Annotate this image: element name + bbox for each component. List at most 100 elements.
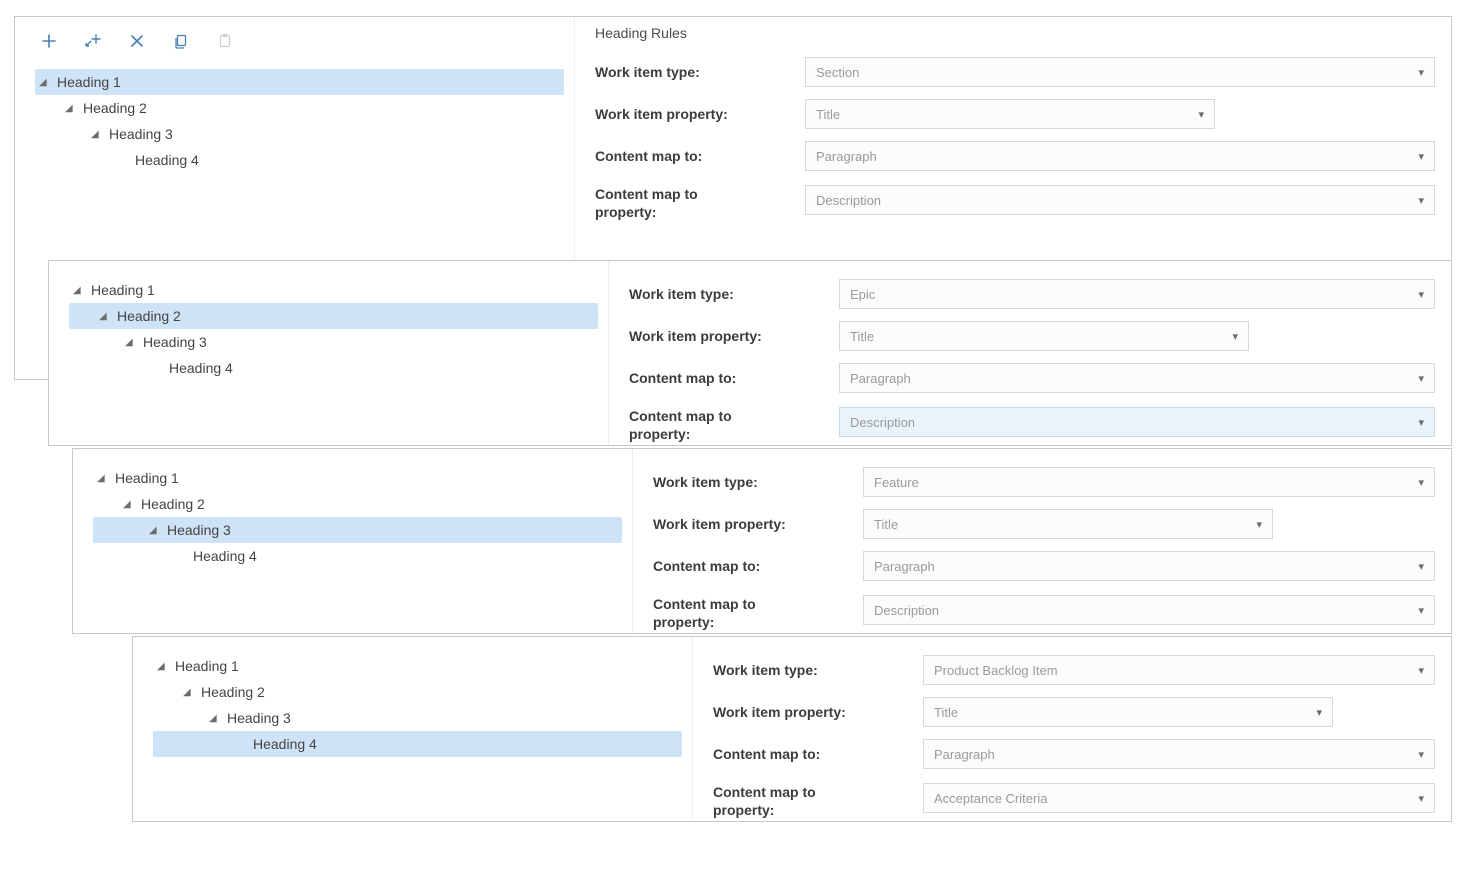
chevron-down-icon: ▾	[1418, 288, 1424, 301]
heading-tree: ◢ Heading 1 ◢ Heading 2 ◢ Heading 3 ◢ He…	[93, 465, 622, 569]
dropdown-work-item-type[interactable]: Section ▾	[805, 57, 1435, 87]
dropdown-value: Description	[816, 193, 881, 208]
expand-icon[interactable]: ◢	[91, 129, 105, 140]
tree-item-heading1[interactable]: ◢ Heading 1	[69, 277, 598, 303]
dropdown-content-map-to-property[interactable]: Description ▾	[863, 595, 1435, 625]
tree-item-heading2[interactable]: ◢ Heading 2	[35, 95, 564, 121]
tree-item-label: Heading 1	[57, 74, 121, 90]
panel-heading4: ◢ Heading 1 ◢ Heading 2 ◢ Heading 3 ◢ He…	[132, 636, 1452, 822]
dropdown-work-item-property[interactable]: Title ▾	[805, 99, 1215, 129]
expand-icon[interactable]: ◢	[73, 285, 87, 296]
tree-item-label: Heading 3	[167, 522, 231, 538]
tree-item-heading2[interactable]: ◢ Heading 2	[69, 303, 598, 329]
add-button[interactable]	[39, 31, 59, 51]
dropdown-value: Section	[816, 65, 859, 80]
rules-pane: Work item type: Feature ▾ Work item prop…	[633, 449, 1451, 633]
row-content-map-to: Content map to: Paragraph ▾	[629, 357, 1435, 399]
dropdown-work-item-property[interactable]: Title ▾	[839, 321, 1249, 351]
expand-icon[interactable]: ◢	[99, 311, 113, 322]
dropdown-value: Paragraph	[850, 371, 911, 386]
panel-heading3: ◢ Heading 1 ◢ Heading 2 ◢ Heading 3 ◢ He…	[72, 448, 1452, 634]
tree-item-heading4[interactable]: ◢ Heading 4	[153, 731, 682, 757]
tree-item-heading1[interactable]: ◢ Heading 1	[153, 653, 682, 679]
label-content-map-to: Content map to:	[713, 745, 923, 763]
tree-item-heading2[interactable]: ◢ Heading 2	[93, 491, 622, 517]
dropdown-value: Product Backlog Item	[934, 663, 1058, 678]
copy-icon	[173, 33, 189, 49]
expand-icon[interactable]: ◢	[97, 473, 111, 484]
dropdown-work-item-type[interactable]: Product Backlog Item ▾	[923, 655, 1435, 685]
expand-icon[interactable]: ◢	[123, 499, 137, 510]
tree-item-label: Heading 4	[169, 360, 233, 376]
tree-item-label: Heading 3	[109, 126, 173, 142]
dropdown-content-map-to-property[interactable]: Description ▾	[805, 185, 1435, 215]
dropdown-work-item-property[interactable]: Title ▾	[923, 697, 1333, 727]
label-work-item-type: Work item type:	[595, 63, 805, 81]
label-work-item-property: Work item property:	[595, 105, 805, 123]
tree-item-heading3[interactable]: ◢ Heading 3	[35, 121, 564, 147]
chevron-down-icon: ▾	[1418, 664, 1424, 677]
toolbar	[35, 25, 564, 69]
dropdown-value: Paragraph	[874, 559, 935, 574]
chevron-down-icon: ▾	[1418, 372, 1424, 385]
tree-item-label: Heading 2	[117, 308, 181, 324]
expand-icon[interactable]: ◢	[157, 661, 171, 672]
tree-item-heading1[interactable]: ◢ Heading 1	[93, 465, 622, 491]
expand-icon[interactable]: ◢	[125, 337, 139, 348]
dropdown-content-map-to[interactable]: Paragraph ▾	[839, 363, 1435, 393]
row-content-map-to-property: Content map to property: Description ▾	[595, 177, 1435, 225]
paste-icon	[217, 33, 233, 49]
row-work-item-type: Work item type: Feature ▾	[653, 461, 1435, 503]
delete-button[interactable]	[127, 31, 147, 51]
label-content-map-to-property: Content map to property:	[653, 595, 863, 631]
row-work-item-property: Work item property: Title ▾	[595, 93, 1435, 135]
dropdown-value: Feature	[874, 475, 919, 490]
dropdown-value: Title	[934, 705, 958, 720]
copy-button[interactable]	[171, 31, 191, 51]
paste-button	[215, 31, 235, 51]
chevron-down-icon: ▾	[1418, 66, 1424, 79]
dropdown-content-map-to-property[interactable]: Acceptance Criteria ▾	[923, 783, 1435, 813]
tree-item-heading1[interactable]: ◢ Heading 1	[35, 69, 564, 95]
tree-item-heading4[interactable]: ◢ Heading 4	[93, 543, 622, 569]
dropdown-content-map-to[interactable]: Paragraph ▾	[923, 739, 1435, 769]
tree-item-heading3[interactable]: ◢ Heading 3	[93, 517, 622, 543]
tree-item-heading3[interactable]: ◢ Heading 3	[69, 329, 598, 355]
chevron-down-icon: ▾	[1418, 150, 1424, 163]
tree-item-heading2[interactable]: ◢ Heading 2	[153, 679, 682, 705]
tree-pane: ◢ Heading 1 ◢ Heading 2 ◢ Heading 3 ◢ He…	[73, 449, 633, 633]
tree-item-heading3[interactable]: ◢ Heading 3	[153, 705, 682, 731]
add-child-button[interactable]	[83, 31, 103, 51]
dropdown-value: Paragraph	[816, 149, 877, 164]
expand-icon[interactable]: ◢	[149, 525, 163, 536]
dropdown-work-item-property[interactable]: Title ▾	[863, 509, 1273, 539]
rules-pane: Work item type: Product Backlog Item ▾ W…	[693, 637, 1451, 821]
tree-item-heading4[interactable]: ◢ Heading 4	[69, 355, 598, 381]
row-content-map-to: Content map to: Paragraph ▾	[653, 545, 1435, 587]
label-work-item-type: Work item type:	[713, 661, 923, 679]
tree-item-label: Heading 2	[141, 496, 205, 512]
label-content-map-to: Content map to:	[595, 147, 805, 165]
expand-icon[interactable]: ◢	[39, 77, 53, 88]
chevron-down-icon: ▾	[1418, 748, 1424, 761]
dropdown-work-item-type[interactable]: Feature ▾	[863, 467, 1435, 497]
plus-icon	[41, 33, 57, 49]
dropdown-content-map-to[interactable]: Paragraph ▾	[805, 141, 1435, 171]
tree-pane: ◢ Heading 1 ◢ Heading 2 ◢ Heading 3 ◢ He…	[49, 261, 609, 445]
close-icon	[130, 34, 144, 48]
label-content-map-to-property: Content map to property:	[629, 407, 839, 443]
dropdown-content-map-to-property[interactable]: Description ▾	[839, 407, 1435, 437]
chevron-down-icon: ▾	[1316, 706, 1322, 719]
tree-item-heading4[interactable]: ◢ Heading 4	[35, 147, 564, 173]
row-content-map-to-property: Content map to property: Description ▾	[653, 587, 1435, 635]
section-title: Heading Rules	[595, 25, 1435, 41]
expand-icon[interactable]: ◢	[183, 687, 197, 698]
dropdown-value: Acceptance Criteria	[934, 791, 1047, 806]
expand-icon[interactable]: ◢	[209, 713, 223, 724]
tree-pane: ◢ Heading 1 ◢ Heading 2 ◢ Heading 3 ◢ He…	[133, 637, 693, 821]
row-work-item-type: Work item type: Product Backlog Item ▾	[713, 649, 1435, 691]
tree-item-label: Heading 2	[201, 684, 265, 700]
expand-icon[interactable]: ◢	[65, 103, 79, 114]
dropdown-content-map-to[interactable]: Paragraph ▾	[863, 551, 1435, 581]
dropdown-work-item-type[interactable]: Epic ▾	[839, 279, 1435, 309]
